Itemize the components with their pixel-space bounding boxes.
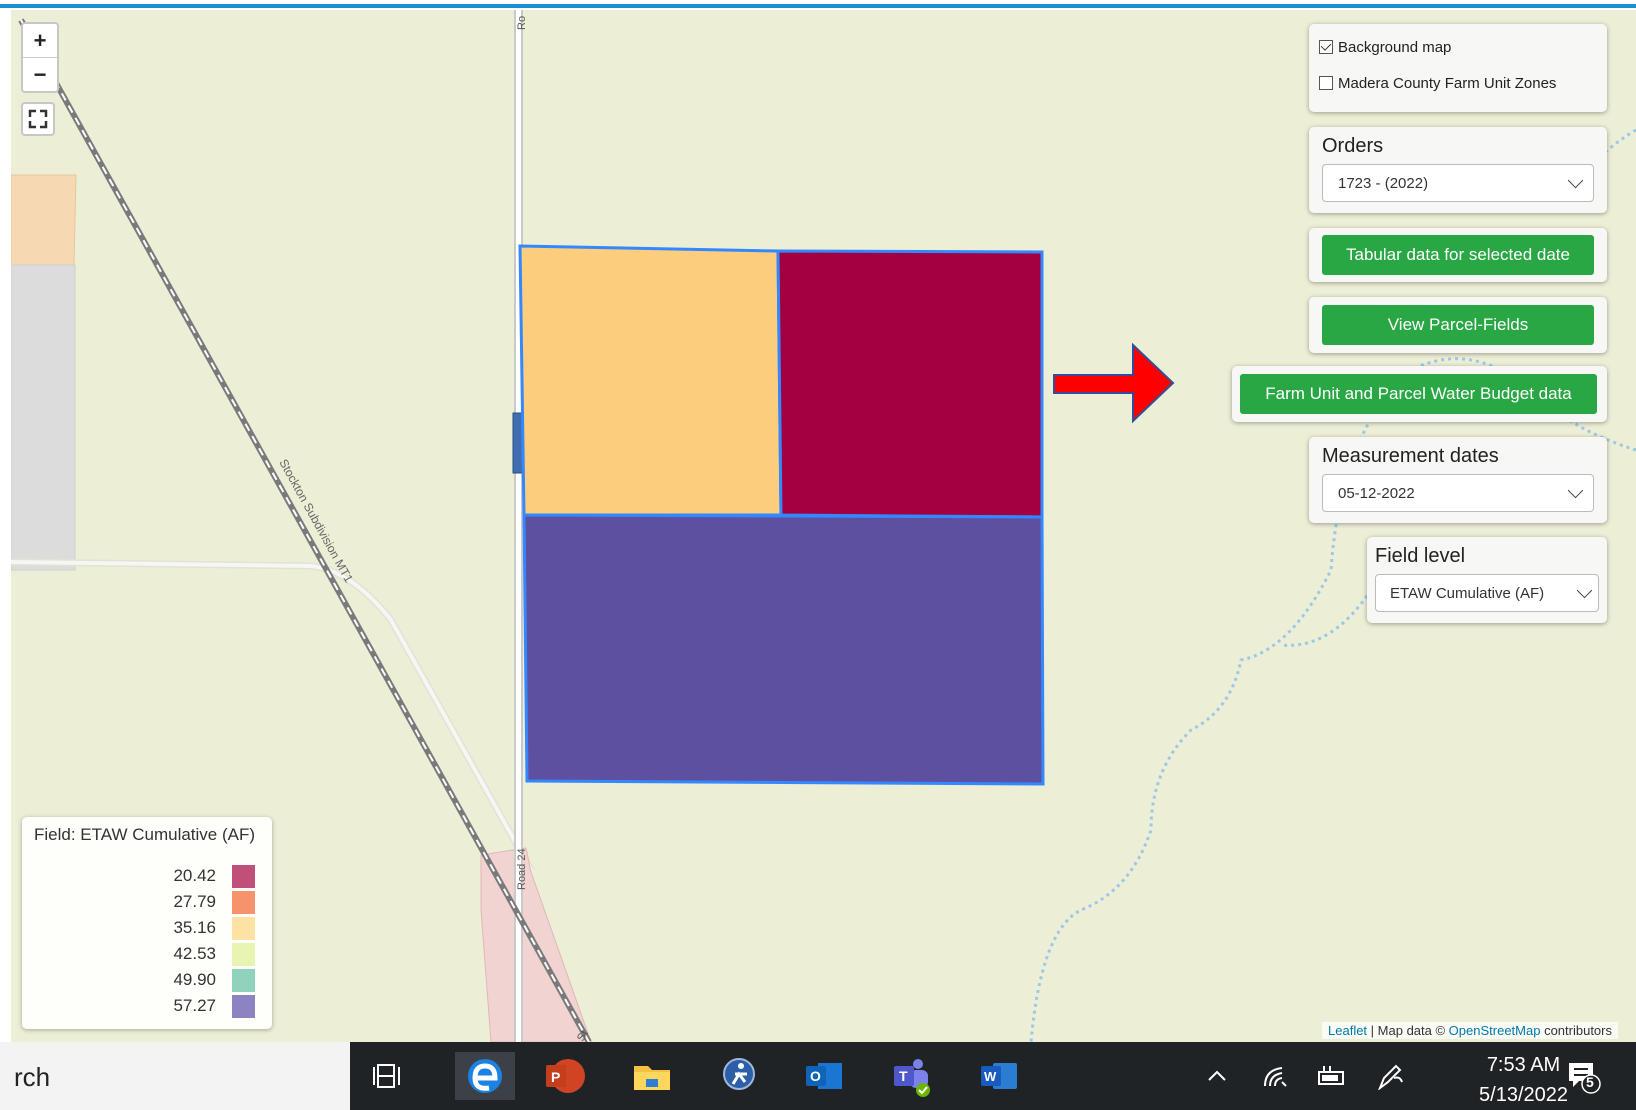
road-top-label: Ro — [516, 16, 528, 30]
chevron-down-icon — [1567, 172, 1584, 188]
field-level-select-value: ETAW Cumulative (AF) — [1390, 584, 1545, 602]
orders-select[interactable]: 1723 - (2022) — [1322, 164, 1594, 202]
powerpoint-icon[interactable]: P — [540, 1052, 588, 1100]
field-level-title: Field level — [1375, 545, 1466, 567]
outlook-icon[interactable]: O — [800, 1052, 848, 1100]
layers-panel: Background map Madera County Farm Unit Z… — [1309, 24, 1607, 112]
farm-unit-zones-checkbox[interactable] — [1319, 76, 1333, 90]
fullscreen-icon — [28, 109, 48, 129]
orders-title: Orders — [1322, 135, 1384, 157]
legend-row: 57.27 — [22, 994, 272, 1020]
legend-swatch — [232, 891, 255, 914]
fullscreen-button[interactable] — [21, 102, 55, 136]
one-app-icon[interactable] — [715, 1052, 763, 1100]
attribution-separator: | Map data © — [1367, 1023, 1449, 1038]
background-map-checkbox[interactable] — [1319, 40, 1333, 54]
legend-swatch — [232, 995, 255, 1018]
edge-browser-icon[interactable] — [455, 1052, 515, 1100]
teams-icon[interactable]: T — [888, 1052, 936, 1100]
zoom-control: + − — [21, 22, 59, 93]
show-hidden-icons-chevron-up-icon[interactable] — [1205, 1064, 1229, 1094]
legend-swatch — [232, 865, 255, 888]
legend-value: 42.53 — [173, 944, 216, 963]
legend-value: 57.27 — [173, 996, 216, 1015]
measurement-panel: Measurement dates 05-12-2022 — [1309, 437, 1607, 523]
legend-title: Field: ETAW Cumulative (AF) — [34, 825, 256, 844]
chevron-down-icon — [1567, 482, 1584, 498]
legend-row: 27.79 — [22, 890, 272, 916]
parcel-fields-panel: View Parcel-Fields — [1309, 297, 1607, 353]
water-budget-button[interactable]: Farm Unit and Parcel Water Budget data — [1240, 374, 1597, 414]
word-icon[interactable]: W — [975, 1052, 1023, 1100]
left-margin — [0, 10, 11, 1042]
zoom-in-button[interactable]: + — [23, 24, 57, 57]
taskbar-search-box[interactable]: rch — [0, 1042, 350, 1110]
measurement-title: Measurement dates — [1322, 445, 1499, 467]
svg-text:T: T — [899, 1068, 908, 1084]
battery-icon[interactable] — [1316, 1064, 1346, 1094]
farm-unit-zones-label: Madera County Farm Unit Zones — [1338, 74, 1557, 92]
svg-text:P: P — [551, 1069, 560, 1085]
background-map-toggle[interactable]: Background map — [1319, 36, 1597, 58]
road-24-label: Road 24 — [516, 848, 528, 890]
taskbar-clock[interactable]: 7:53 AM 5/13/2022 — [1479, 1050, 1568, 1110]
notification-count: 5 — [1586, 1074, 1594, 1090]
measurement-select-value: 05-12-2022 — [1338, 484, 1415, 502]
legend-row: 20.42 — [22, 864, 272, 890]
gray-area — [11, 264, 76, 571]
task-view-icon[interactable] — [366, 1052, 414, 1100]
peach-area — [11, 174, 77, 266]
attribution-contributors: contributors — [1540, 1023, 1612, 1038]
measurement-select[interactable]: 05-12-2022 — [1322, 474, 1594, 512]
notifications-icon[interactable]: 5 — [1566, 1060, 1602, 1100]
pen-icon[interactable] — [1376, 1064, 1404, 1096]
clock-date: 5/13/2022 — [1479, 1084, 1568, 1106]
background-map-label: Background map — [1338, 38, 1452, 56]
view-parcel-fields-button[interactable]: View Parcel-Fields — [1322, 305, 1594, 345]
field-top-left[interactable] — [518, 244, 783, 517]
svg-text:O: O — [810, 1068, 821, 1084]
legend-row: 42.53 — [22, 942, 272, 968]
map-legend: Field: ETAW Cumulative (AF) 20.42 27.79 … — [22, 817, 272, 1029]
legend-value: 20.42 — [173, 866, 216, 885]
legend-swatch — [232, 917, 255, 940]
taskbar-search-text: rch — [14, 1062, 51, 1092]
water-budget-panel: Farm Unit and Parcel Water Budget data — [1232, 366, 1607, 422]
orders-panel: Orders 1723 - (2022) — [1309, 127, 1607, 213]
zoom-out-button[interactable]: − — [23, 57, 57, 91]
field-level-select[interactable]: ETAW Cumulative (AF) — [1375, 574, 1599, 612]
field-top-right[interactable] — [776, 249, 1044, 519]
clock-time: 7:53 AM — [1486, 1054, 1561, 1076]
field-level-panel: Field level ETAW Cumulative (AF) — [1367, 537, 1607, 623]
field-bottom[interactable] — [522, 513, 1045, 786]
tabular-panel: Tabular data for selected date — [1309, 228, 1607, 282]
arrow-annotation-icon — [1053, 342, 1175, 424]
legend-row: 49.90 — [22, 968, 272, 994]
legend-value: 27.79 — [173, 892, 216, 911]
legend-value: 49.90 — [173, 970, 216, 989]
windows-taskbar: rch P O T W 7:53 AM 5/13/2022 5 — [0, 1042, 1636, 1110]
farm-unit-zones-toggle[interactable]: Madera County Farm Unit Zones — [1319, 72, 1597, 94]
tabular-data-button[interactable]: Tabular data for selected date — [1322, 235, 1594, 275]
stream-3 — [1280, 589, 1373, 647]
legend-value: 35.16 — [173, 918, 216, 937]
map-attribution: Leaflet | Map data © OpenStreetMap contr… — [1322, 1022, 1618, 1039]
chevron-down-icon — [1576, 582, 1593, 598]
orders-select-value: 1723 - (2022) — [1338, 174, 1429, 192]
leaflet-link[interactable]: Leaflet — [1328, 1023, 1367, 1038]
legend-swatch — [232, 943, 255, 966]
legend-swatch — [232, 969, 255, 992]
osm-link[interactable]: OpenStreetMap — [1449, 1023, 1541, 1038]
wifi-icon[interactable] — [1262, 1064, 1288, 1094]
top-accent-bar — [0, 0, 1636, 10]
legend-row: 35.16 — [22, 916, 272, 942]
svg-text:W: W — [984, 1069, 997, 1084]
file-explorer-icon[interactable] — [628, 1052, 676, 1100]
